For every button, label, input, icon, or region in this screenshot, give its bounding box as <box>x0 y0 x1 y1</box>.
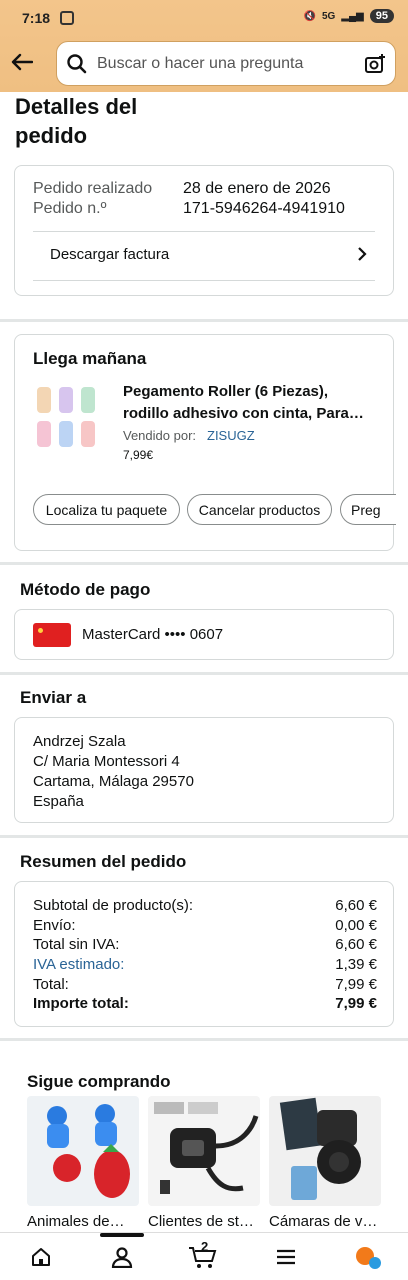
download-invoice-row[interactable]: Descargar factura <box>33 232 375 280</box>
seller-link[interactable]: ZISUGZ <box>207 428 255 443</box>
battery-level: 95 <box>369 9 394 23</box>
summary-value: 0,00 € <box>335 917 377 934</box>
address-line-3: Cartama, Málaga 29570 <box>33 773 194 790</box>
security-camera-image <box>279 1097 361 1200</box>
summary-value: 6,60 € <box>335 936 377 953</box>
placed-value: 28 de enero de 2026 <box>183 180 331 197</box>
summary-label: Envío: <box>33 917 76 934</box>
bottom-nav: 2 <box>0 1232 408 1280</box>
address-line-1: Andrzej Szala <box>33 733 126 750</box>
payment-card: MasterCard •••• 0607 <box>14 609 394 660</box>
order-info-card: Pedido realizado 28 de enero de 2026 Ped… <box>14 165 394 296</box>
summary-row: Total: 7,99 € <box>33 976 377 993</box>
section-divider <box>0 835 408 838</box>
delivery-heading: Llega mañana <box>33 349 147 368</box>
summary-label: Total sin IVA: <box>33 936 120 953</box>
page-title: Detalles del pedido <box>15 94 138 148</box>
cart-count: 2 <box>201 1239 209 1254</box>
product-title-line1[interactable]: Pegamento Roller (6 Piezas), <box>123 383 328 400</box>
account-icon[interactable] <box>107 1243 137 1271</box>
sold-by-label: Vendido por: <box>123 428 197 443</box>
ask-question-button[interactable]: Preg <box>340 494 396 525</box>
search-icon <box>57 53 97 74</box>
summary-row: IVA estimado: 1,39 € <box>33 956 377 973</box>
signal-label: 5G <box>321 10 336 22</box>
section-divider <box>0 672 408 675</box>
rufus-assistant-icon[interactable] <box>353 1243 383 1271</box>
download-invoice-label: Descargar factura <box>50 246 170 263</box>
order-number-value: 171-5946264-4941910 <box>183 200 345 217</box>
summary-label: Subtotal de producto(s): <box>33 897 194 914</box>
address-line-2: C/ Maria Montessori 4 <box>33 753 180 770</box>
menu-icon[interactable] <box>271 1243 301 1271</box>
summary-value: 7,99 € <box>335 995 377 1012</box>
status-time: 7:18 <box>22 10 51 26</box>
product-price: 7,99€ <box>123 448 154 462</box>
cart-icon[interactable]: 2 <box>188 1239 218 1271</box>
address-line-4: España <box>33 793 84 810</box>
product-image[interactable] <box>33 383 117 455</box>
summary-heading: Resumen del pedido <box>20 852 187 871</box>
summary-total-row: Importe total: 7,99 € <box>33 995 377 1012</box>
product-tile-label[interactable]: Clientes de st… <box>148 1213 262 1230</box>
product-tile-label[interactable]: Animales de… <box>27 1213 139 1230</box>
mastercard-icon <box>33 623 71 647</box>
placed-label: Pedido realizado <box>33 180 153 197</box>
summary-row: Envío: 0,00 € <box>33 917 377 934</box>
streaming-client-image <box>154 1102 259 1194</box>
chevron-right-icon <box>357 246 367 267</box>
product-tile[interactable] <box>27 1096 139 1206</box>
product-tile[interactable] <box>269 1096 381 1206</box>
order-number-label: Pedido n.º <box>33 200 107 217</box>
track-package-button[interactable]: Localiza tu paquete <box>33 494 180 525</box>
summary-label: Importe total: <box>33 995 129 1012</box>
screen-record-icon <box>60 11 74 25</box>
mute-icon: 🔇 <box>303 10 316 22</box>
search-input[interactable]: Buscar o hacer una pregunta <box>97 55 355 73</box>
summary-value: 7,99 € <box>335 976 377 993</box>
active-tab-indicator <box>100 1233 144 1237</box>
shipping-heading: Enviar a <box>20 688 87 707</box>
keep-shopping-heading: Sigue comprando <box>27 1072 171 1091</box>
delivery-card: Llega mañana Pegamento Roller (6 Piezas)… <box>14 334 396 551</box>
status-bar: 7:18 🔇 5G ▂▄▆ 95 <box>22 9 394 29</box>
shipping-address-card: Andrzej Szala C/ Maria Montessori 4 Cart… <box>14 717 394 823</box>
summary-row: Total sin IVA: 6,60 € <box>33 936 377 953</box>
summary-value: 6,60 € <box>335 897 377 914</box>
estimated-vat-link[interactable]: IVA estimado: <box>33 956 124 973</box>
cancel-items-button[interactable]: Cancelar productos <box>187 494 332 525</box>
product-title-line2[interactable]: rodillo adhesivo con cinta, Para… <box>123 405 364 422</box>
section-divider <box>0 562 408 565</box>
app-header: 7:18 🔇 5G ▂▄▆ 95 Buscar o hacer una preg… <box>0 0 408 92</box>
product-tile-label[interactable]: Cámaras de v… <box>269 1213 381 1230</box>
product-tile[interactable] <box>148 1096 260 1206</box>
section-divider <box>0 319 408 322</box>
signal-icon: ▂▄▆ <box>341 10 364 22</box>
home-icon[interactable] <box>26 1243 56 1271</box>
summary-row: Subtotal de producto(s): 6,60 € <box>33 897 377 914</box>
summary-label: Total: <box>33 976 69 993</box>
payment-heading: Método de pago <box>20 580 151 599</box>
section-divider <box>0 1038 408 1041</box>
back-arrow-icon[interactable] <box>8 48 36 76</box>
animal-toys-image <box>47 1104 130 1198</box>
search-bar[interactable]: Buscar o hacer una pregunta <box>56 41 396 86</box>
camera-search-icon[interactable] <box>355 53 395 75</box>
summary-value: 1,39 € <box>335 956 377 973</box>
payment-card-label: MasterCard •••• 0607 <box>82 626 224 643</box>
